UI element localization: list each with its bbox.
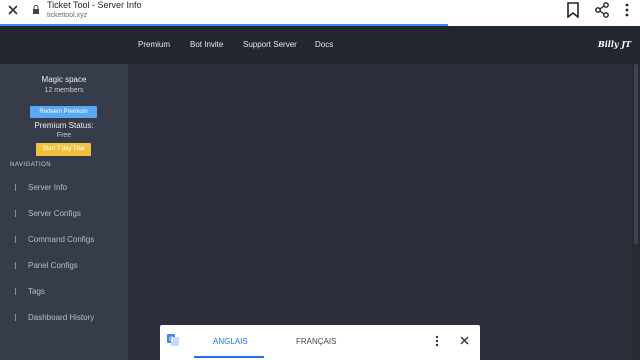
premium-status-label: Premium Status: (34, 121, 94, 130)
more-vertical-icon[interactable] (435, 335, 439, 347)
nav-docs[interactable]: Docs (315, 40, 333, 49)
active-tab-indicator (194, 356, 264, 358)
close-icon[interactable] (6, 3, 20, 17)
nav-item-icon (15, 184, 18, 191)
start-trial-label: Start 7 day Trial (42, 146, 85, 152)
main-content (128, 64, 640, 360)
nav-item-icon (15, 262, 18, 269)
google-translate-icon[interactable]: G (167, 334, 179, 346)
sidebar-item-server-info[interactable]: Server Info (0, 179, 128, 197)
tab-source-language[interactable]: ANGLAIS (213, 337, 248, 346)
translate-bar: G ANGLAIS FRANÇAIS (160, 325, 480, 360)
user-name[interactable]: Billy JT (598, 39, 631, 49)
sidebar-item-label: Server Info (28, 183, 68, 192)
redeem-premium-label: Redeem Premium (39, 109, 88, 115)
sidebar-item-command-configs[interactable]: Command Configs (0, 231, 128, 249)
sidebar-item-tags[interactable]: Tags (0, 283, 128, 301)
nav-premium[interactable]: Premium (138, 40, 170, 49)
sidebar-item-label: Tags (28, 287, 45, 296)
sidebar-item-label: Server Configs (28, 209, 81, 218)
server-name: Magic space (41, 75, 87, 84)
member-count: 12 members (44, 87, 84, 94)
nav-item-icon (15, 314, 18, 321)
sidebar-item-label: Dashboard History (28, 313, 95, 322)
page-title: Ticket Tool - Server Info (47, 0, 142, 10)
scrollbar-thumb[interactable] (634, 64, 638, 244)
site-navbar: Premium Bot Invite Support Server Docs B… (0, 26, 640, 64)
nav-support-server[interactable]: Support Server (243, 40, 297, 49)
more-vertical-icon[interactable] (624, 2, 630, 18)
close-icon[interactable] (459, 335, 470, 346)
browser-toolbar: Ticket Tool - Server Info tickettool.xyz (0, 0, 640, 26)
nav-item-icon (15, 288, 18, 295)
sidebar-item-dashboard-history[interactable]: Dashboard History (0, 309, 128, 327)
lock-icon[interactable] (32, 5, 40, 14)
premium-status-value: Free (56, 132, 72, 139)
nav-bot-invite[interactable]: Bot Invite (190, 40, 223, 49)
url-text[interactable]: tickettool.xyz (47, 11, 87, 20)
sidebar-item-panel-configs[interactable]: Panel Configs (0, 257, 128, 275)
sidebar-item-server-configs[interactable]: Server Configs (0, 205, 128, 223)
start-trial-button[interactable]: Start 7 day Trial (36, 143, 91, 156)
nav-item-icon (15, 236, 18, 243)
nav-item-icon (15, 210, 18, 217)
scrollbar[interactable] (632, 64, 640, 360)
svg-text:G: G (169, 336, 174, 343)
share-icon[interactable] (594, 2, 610, 18)
sidebar: Magic space 12 members Redeem Premium Pr… (0, 64, 128, 360)
tab-target-language[interactable]: FRANÇAIS (296, 337, 336, 346)
sidebar-item-label: Command Configs (28, 235, 95, 244)
redeem-premium-button[interactable]: Redeem Premium (30, 106, 97, 118)
bookmark-icon[interactable] (566, 2, 580, 18)
nav-heading: NAVIGATION (10, 162, 52, 168)
sidebar-item-label: Panel Configs (28, 261, 78, 270)
